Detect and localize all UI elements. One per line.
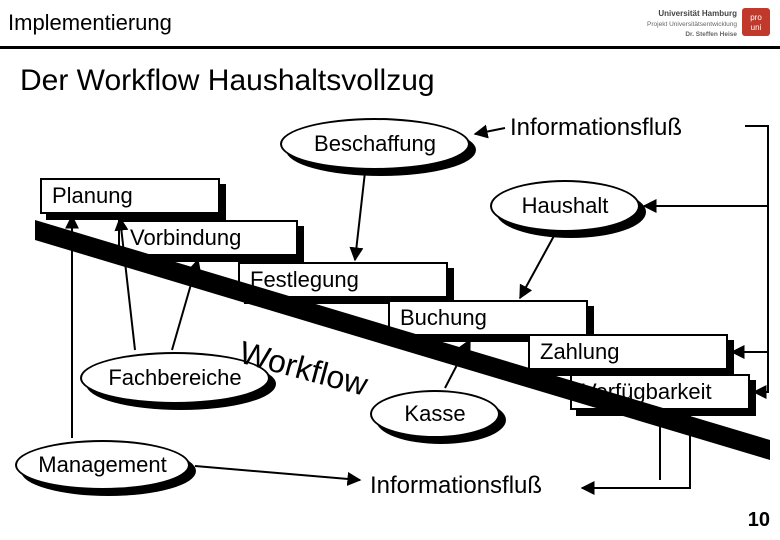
- node-kasse-label: Kasse: [404, 401, 465, 427]
- node-beschaffung: Beschaffung: [280, 118, 470, 170]
- node-planung-label: Planung: [52, 183, 133, 209]
- node-management-label: Management: [38, 452, 166, 478]
- node-haushalt-label: Haushalt: [522, 193, 609, 219]
- logo-line1: Universität Hamburg: [658, 9, 737, 18]
- logo-badge-text-2: uni: [751, 23, 762, 32]
- header-section: Implementierung: [8, 10, 172, 36]
- node-beschaffung-label: Beschaffung: [314, 131, 436, 157]
- node-haushalt: Haushalt: [490, 180, 640, 232]
- page-number: 10: [748, 509, 770, 532]
- page-title: Der Workflow Haushaltsvollzug: [20, 64, 435, 98]
- node-buchung-label: Buchung: [400, 305, 487, 331]
- node-kasse: Kasse: [370, 390, 500, 438]
- node-zahlung-label: Zahlung: [540, 339, 620, 365]
- node-buchung: Buchung: [388, 300, 588, 336]
- logo: pro uni Universität Hamburg Projekt Univ…: [602, 6, 772, 42]
- node-zahlung: Zahlung: [528, 334, 728, 370]
- node-planung: Planung: [40, 178, 220, 214]
- node-vorbindung: Vorbindung: [118, 220, 298, 256]
- node-verfuegbarkeit-label: Verfügbarkeit: [582, 379, 712, 405]
- node-verfuegbarkeit: Verfügbarkeit: [570, 374, 750, 410]
- logo-badge-text-1: pro: [750, 13, 762, 22]
- logo-line2: Projekt Universitätsentwicklung: [647, 21, 737, 28]
- node-fachbereiche-label: Fachbereiche: [108, 365, 241, 391]
- logo-line3: Dr. Steffen Heise: [685, 31, 737, 38]
- node-festlegung-label: Festlegung: [250, 267, 359, 293]
- label-info-top: Informationsfluß: [510, 114, 682, 142]
- node-vorbindung-label: Vorbindung: [130, 225, 241, 251]
- node-festlegung: Festlegung: [238, 262, 448, 298]
- label-info-bottom: Informationsfluß: [370, 472, 542, 500]
- header-rule: [0, 46, 780, 49]
- node-management: Management: [15, 440, 190, 490]
